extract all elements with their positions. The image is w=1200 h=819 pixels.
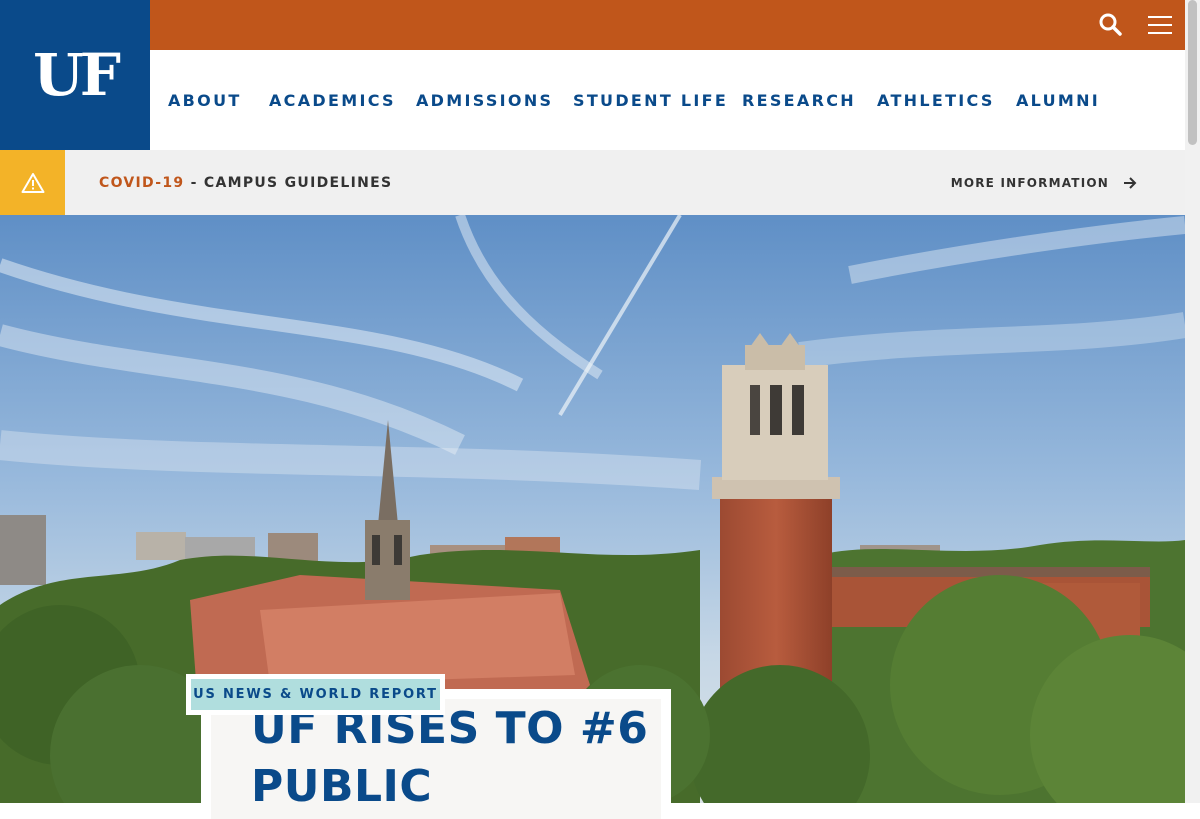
nav-research[interactable]: RESEARCH <box>742 50 856 150</box>
arrow-right-icon <box>1124 176 1137 189</box>
menu-icon[interactable] <box>1148 13 1172 37</box>
alert-icon-box <box>0 150 65 215</box>
covid-alert-bar: COVID-19 - CAMPUS GUIDELINES MORE INFORM… <box>0 150 1185 215</box>
nav-academics[interactable]: ACADEMICS <box>269 50 396 150</box>
alert-message[interactable]: COVID-19 - CAMPUS GUIDELINES <box>99 150 392 215</box>
nav-admissions[interactable]: ADMISSIONS <box>416 50 553 150</box>
category-tag[interactable]: US NEWS & WORLD REPORT <box>191 679 440 710</box>
warning-icon <box>21 172 44 193</box>
nav-about[interactable]: ABOUT <box>168 50 242 150</box>
feature-headline[interactable]: UF RISES TO #6 PUBLIC <box>251 700 691 816</box>
search-icon[interactable] <box>1098 12 1124 38</box>
more-information-link[interactable]: MORE INFORMATION <box>951 150 1137 215</box>
page-scrollbar[interactable] <box>1185 0 1200 803</box>
uf-logo[interactable]: UF <box>0 0 150 150</box>
nav-alumni[interactable]: ALUMNI <box>1016 50 1100 150</box>
logo-text: UF <box>33 41 121 109</box>
top-utility-bar <box>150 0 1185 50</box>
scrollbar-thumb[interactable] <box>1188 0 1197 145</box>
more-information-label: MORE INFORMATION <box>950 175 1109 190</box>
nav-athletics[interactable]: ATHLETICS <box>877 50 995 150</box>
alert-covid-label: COVID-19 <box>99 174 185 191</box>
main-nav: ABOUT ACADEMICS ADMISSIONS STUDENT LIFE … <box>150 50 1185 150</box>
alert-guidelines-text: CAMPUS GUIDELINES <box>203 174 393 191</box>
alert-separator: - <box>184 174 204 191</box>
nav-student-life[interactable]: STUDENT LIFE <box>573 50 728 150</box>
